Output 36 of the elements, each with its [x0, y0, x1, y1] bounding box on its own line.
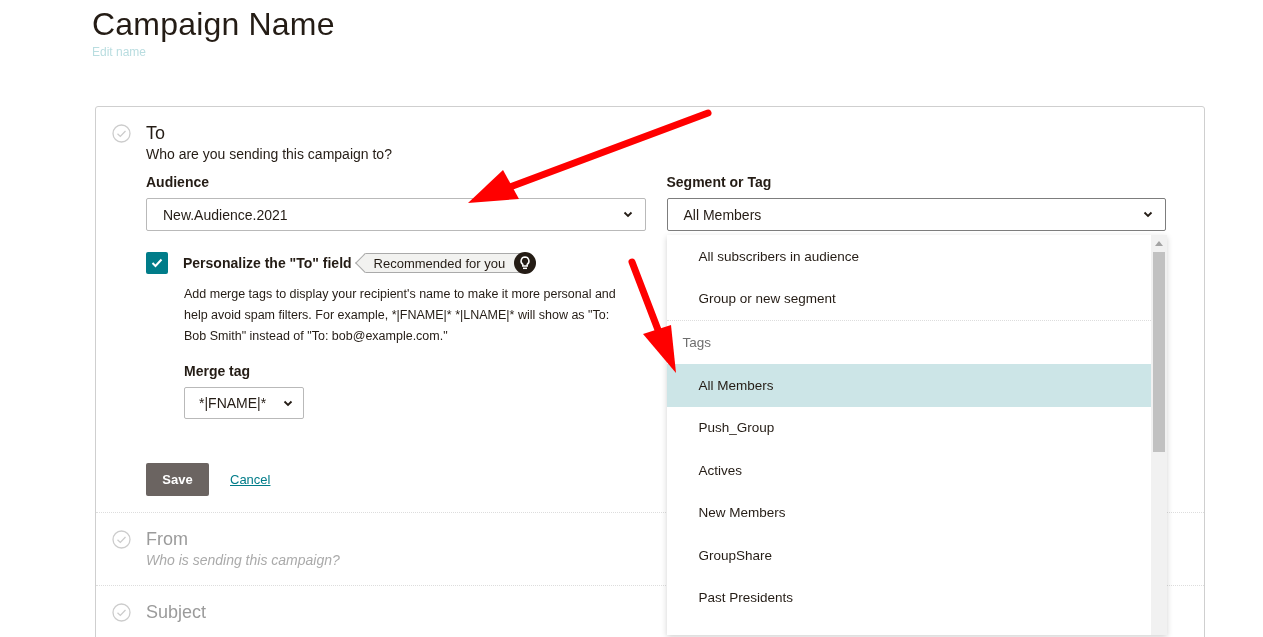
menu-option[interactable]: All subscribers in audience: [666, 235, 1151, 278]
description-text: Add merge tags to display your recipient's name to make it more personal and help avoid spam filters. For example, *|FNAME|* *|LNAME|* will show as "To: Bob Smith" instead of "To: bob@example.com.": [184, 286, 617, 345]
section-title: To: [146, 122, 165, 145]
menu-option[interactable]: Past Presidents: [666, 576, 1151, 619]
check-circle-icon: [112, 124, 131, 143]
lightbulb-icon: [514, 252, 537, 274]
checkbox[interactable]: [146, 252, 168, 274]
menu-option[interactable]: Push_Group: [666, 406, 1151, 449]
menu-option[interactable]: New Members: [666, 491, 1151, 534]
menu-option[interactable]: GroupShare: [666, 534, 1151, 577]
select-value: New.Audience.2021: [163, 206, 288, 223]
check-circle-icon: [112, 603, 131, 622]
checkbox-label: Personalize the "To" field: [183, 255, 352, 271]
chevron-down-icon: [622, 211, 633, 218]
field-label: Merge tag: [184, 363, 251, 379]
save-button[interactable]: Save: [146, 463, 209, 496]
page-title: Campaign Name: [92, 6, 335, 42]
select-value: All Members: [683, 206, 762, 223]
section-subtitle: Who are you sending this campaign to?: [146, 145, 392, 163]
menu-option[interactable]: Actives: [666, 449, 1151, 492]
section-subtitle: Who is sending this campaign?: [146, 551, 340, 569]
chevron-down-icon: [283, 399, 293, 407]
check-circle-icon: [112, 530, 131, 549]
chevron-down-icon: [1143, 211, 1153, 218]
check-icon: [151, 258, 163, 268]
merge-tag-select[interactable]: *|FNAME|*: [184, 387, 304, 419]
segment-select[interactable]: All Members: [666, 198, 1166, 231]
audience-select[interactable]: New.Audience.2021: [146, 198, 646, 231]
menu-option[interactable]: Group or new segment: [666, 277, 1151, 320]
select-value: *|FNAME|*: [199, 395, 267, 411]
menu-option[interactable]: All Members: [666, 364, 1151, 407]
field-label: Segment or Tag: [666, 174, 772, 190]
field-label: Audience: [146, 174, 209, 190]
scrollbar[interactable]: [1150, 235, 1167, 635]
cancel-link[interactable]: Cancel: [230, 472, 271, 487]
scroll-up-icon[interactable]: [1154, 241, 1163, 246]
